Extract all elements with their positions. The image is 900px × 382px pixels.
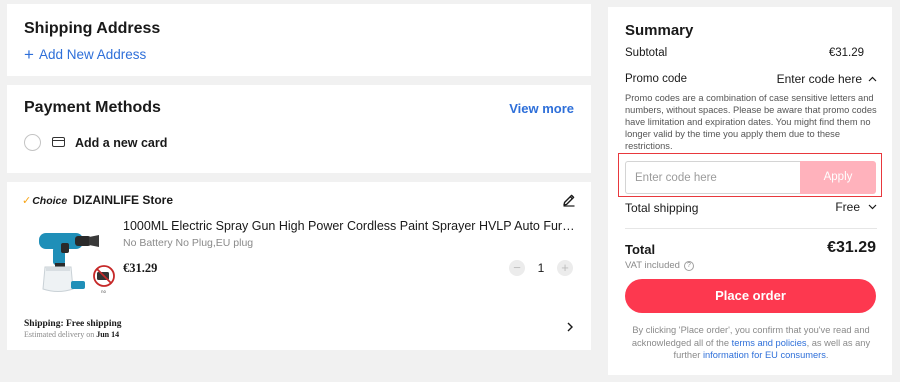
terms-and-policies-link[interactable]: terms and policies (732, 338, 807, 348)
shipping-address-title: Shipping Address (24, 20, 161, 37)
choice-check-icon: ✓ (22, 195, 32, 207)
vat-included-label: VAT included (625, 260, 680, 271)
product-price: €31.29 (123, 261, 158, 275)
product-image[interactable]: no (31, 223, 121, 295)
estimated-delivery: Estimated delivery on Jun 14 (24, 330, 119, 339)
payment-methods-card: Payment Methods View more Add a new card (7, 85, 591, 173)
estimated-delivery-prefix: Estimated delivery on (24, 330, 97, 339)
total-shipping-value: Free (835, 200, 860, 214)
shipping-method-label: Shipping: Free shipping (24, 319, 122, 329)
store-name[interactable]: DIZAINLIFE Store (73, 193, 173, 207)
payment-methods-title: Payment Methods (24, 99, 161, 116)
edit-pencil-icon[interactable] (562, 193, 576, 207)
total-shipping-toggle[interactable]: Free (835, 200, 877, 214)
promo-code-label: Promo code (625, 73, 688, 85)
summary-divider (625, 228, 877, 229)
order-summary-card: Summary Subtotal €31.29 Promo code Enter… (608, 7, 892, 375)
vat-included: VAT included ? (625, 260, 694, 271)
product-variant: No Battery No Plug,EU plug (123, 237, 254, 249)
add-new-address-link[interactable]: + Add New Address (24, 45, 147, 64)
add-new-address-label: Add New Address (38, 47, 147, 62)
promo-code-toggle[interactable]: Enter code here (777, 72, 877, 86)
add-new-card-label[interactable]: Add a new card (75, 136, 167, 150)
total-shipping-label: Total shipping (625, 201, 699, 215)
chevron-up-icon (868, 76, 877, 82)
legal-text-3: . (825, 350, 829, 360)
choice-badge-label: Choice (32, 194, 68, 207)
place-order-button[interactable]: Place order (625, 279, 876, 313)
total-label: Total (625, 242, 656, 257)
apply-promo-button[interactable]: Apply (800, 161, 876, 194)
svg-text:no: no (101, 289, 107, 294)
plus-icon: + (24, 45, 34, 64)
legal-notice: By clicking 'Place order', you confirm t… (625, 324, 877, 362)
store-order-card: ✓ Choice DIZAINLIFE Store no 1000ML Elec… (7, 182, 591, 350)
quantity-value: 1 (537, 261, 545, 275)
promo-code-input[interactable] (625, 161, 801, 194)
estimated-delivery-date: Jun 14 (96, 330, 120, 339)
shipping-address-card: Shipping Address + Add New Address (7, 4, 591, 76)
product-title-link[interactable]: 1000ML Electric Spray Gun High Power Cor… (123, 219, 577, 233)
promo-code-toggle-label: Enter code here (776, 72, 862, 86)
eu-consumer-info-link[interactable]: information for EU consumers (703, 350, 826, 360)
quantity-increase-button[interactable]: + (557, 260, 573, 276)
question-icon[interactable]: ? (683, 260, 694, 271)
choice-badge: ✓ Choice (22, 194, 68, 208)
subtotal-label: Subtotal (625, 47, 668, 59)
view-more-link[interactable]: View more (509, 101, 574, 116)
promo-code-info: Promo codes are a combination of case se… (625, 93, 877, 151)
summary-title: Summary (625, 22, 694, 39)
subtotal-value: €31.29 (828, 47, 864, 59)
total-value: €31.29 (827, 239, 876, 256)
chevron-down-icon (868, 204, 877, 210)
quantity-decrease-button[interactable]: − (509, 260, 525, 276)
chevron-right-icon[interactable] (566, 322, 574, 332)
add-card-radio[interactable] (24, 134, 41, 151)
credit-card-icon (52, 137, 65, 147)
